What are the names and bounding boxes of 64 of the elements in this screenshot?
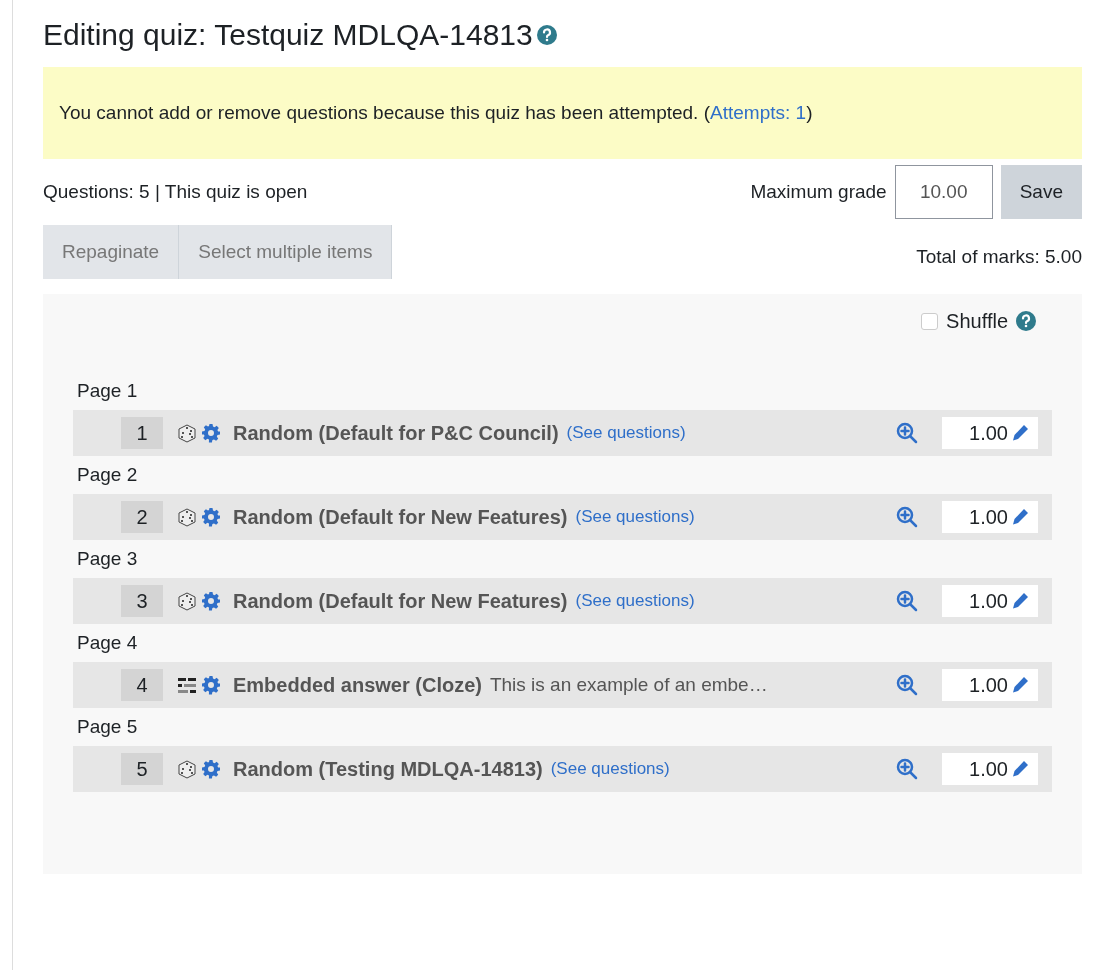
help-icon[interactable]	[536, 24, 557, 45]
see-questions-link[interactable]: (See questions)	[550, 756, 670, 782]
see-questions-link[interactable]: (See questions)	[566, 420, 686, 446]
warning-notice: You cannot add or remove questions because this quiz has been attempted. (Attempts: 1)	[43, 67, 1082, 159]
mark-field[interactable]: 1.00	[942, 417, 1038, 449]
toolbar-button[interactable]: Select multiple items	[179, 225, 393, 279]
question-name[interactable]: Embedded answer (Cloze)	[233, 670, 482, 700]
question-number: 5	[121, 753, 163, 785]
question-number: 3	[121, 585, 163, 617]
page-label: Page 2	[77, 462, 139, 487]
question-number: 1	[121, 417, 163, 449]
mark-value: 1.00	[969, 421, 1008, 446]
question-name[interactable]: Random (Default for New Features)	[233, 586, 568, 616]
question-number: 2	[121, 501, 163, 533]
save-button[interactable]: Save	[1000, 165, 1082, 219]
zoom-in-icon[interactable]	[896, 590, 918, 612]
toolbar-button[interactable]: Repaginate	[43, 225, 180, 279]
help-icon[interactable]	[1016, 311, 1036, 331]
gear-icon[interactable]	[201, 591, 221, 611]
mark-value: 1.00	[969, 505, 1008, 530]
page-label: Page 5	[77, 714, 139, 739]
pencil-icon[interactable]	[1010, 507, 1030, 527]
attempts-link[interactable]: Attempts: 1	[710, 101, 807, 123]
dice-icon	[177, 423, 197, 443]
total-marks: Total of marks: 5.00	[916, 244, 1082, 269]
mark-field[interactable]: 1.00	[942, 753, 1038, 785]
mark-value: 1.00	[969, 589, 1008, 614]
dice-icon	[177, 591, 197, 611]
pencil-icon[interactable]	[1010, 591, 1030, 611]
mark-value: 1.00	[969, 673, 1008, 698]
question-number: 4	[121, 669, 163, 701]
see-questions-link[interactable]: (See questions)	[575, 504, 695, 530]
gear-icon[interactable]	[201, 507, 221, 527]
zoom-in-icon[interactable]	[896, 422, 918, 444]
page-label: Page 3	[77, 546, 139, 571]
max-grade-label: Maximum grade	[750, 179, 887, 204]
see-questions-link[interactable]: (See questions)	[575, 588, 695, 614]
pencil-icon[interactable]	[1010, 675, 1030, 695]
page-label: Page 4	[77, 630, 139, 655]
shuffle-checkbox[interactable]	[921, 312, 939, 330]
page-title: Editing quiz: Testquiz MDLQA-14813	[43, 17, 533, 53]
shuffle-label: Shuffle	[946, 309, 1008, 334]
gear-icon[interactable]	[201, 423, 221, 443]
question-name[interactable]: Random (Default for P&C Council)	[233, 418, 559, 448]
mark-value: 1.00	[969, 757, 1008, 782]
question-text: This is an example of an embe…	[489, 672, 768, 697]
dice-icon	[177, 507, 197, 527]
page-label: Page 1	[77, 378, 139, 403]
cloze-icon	[177, 675, 197, 695]
question-name[interactable]: Random (Default for New Features)	[233, 502, 568, 532]
mark-field[interactable]: 1.00	[942, 669, 1038, 701]
zoom-in-icon[interactable]	[896, 506, 918, 528]
zoom-in-icon[interactable]	[896, 758, 918, 780]
zoom-in-icon[interactable]	[896, 674, 918, 696]
pencil-icon[interactable]	[1010, 759, 1030, 779]
mark-field[interactable]: 1.00	[942, 585, 1038, 617]
gear-icon[interactable]	[201, 675, 221, 695]
max-grade-input[interactable]: 10.00	[894, 165, 993, 219]
gear-icon[interactable]	[201, 759, 221, 779]
quiz-summary: Questions: 5 | This quiz is open	[43, 179, 308, 204]
dice-icon	[177, 759, 197, 779]
question-name[interactable]: Random (Testing MDLQA-14813)	[233, 754, 543, 784]
mark-field[interactable]: 1.00	[942, 501, 1038, 533]
pencil-icon[interactable]	[1010, 423, 1030, 443]
